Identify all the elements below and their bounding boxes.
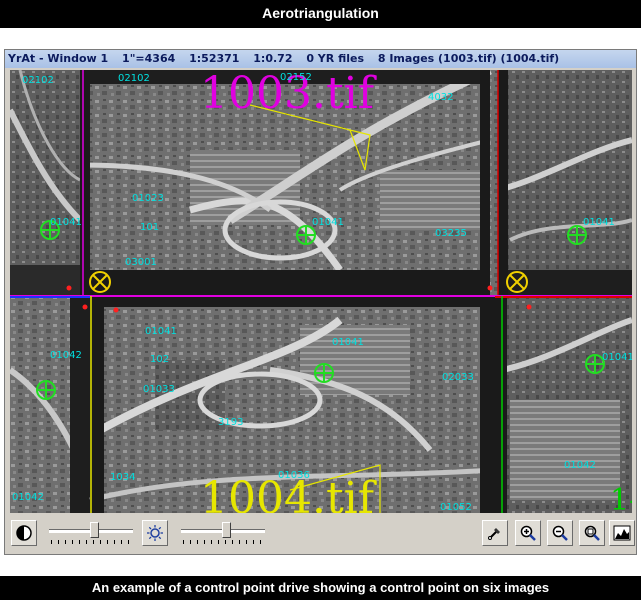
point-label: 01036 — [278, 470, 310, 481]
point-label: 02102 — [118, 73, 150, 84]
point-label: 01033 — [143, 384, 175, 395]
pick-color-icon — [488, 528, 500, 540]
control-point-marker[interactable] — [36, 380, 56, 400]
point-label: 01041 — [312, 217, 344, 228]
point-label: 01042 — [564, 460, 596, 471]
images-readout: 8 Images (1003.tif) (1004.tif) — [377, 52, 560, 65]
point-label: 01052 — [440, 502, 472, 513]
zoom-in-button[interactable] — [515, 520, 541, 546]
pick-color-button[interactable] — [482, 520, 508, 546]
contrast-button[interactable] — [11, 520, 37, 546]
zoom-fit-icon — [584, 525, 600, 541]
app-window: YrAt - Window 1 1"=4364 1:52371 1:0.72 0… — [4, 49, 637, 555]
scale-inch-readout: 1"=4364 — [122, 52, 176, 65]
slider-ticks — [51, 540, 131, 544]
zoom-fit-button[interactable] — [579, 520, 605, 546]
point-label: 101 — [140, 222, 159, 233]
histogram-icon — [613, 525, 631, 541]
slider-ticks — [183, 540, 263, 544]
point-label: 01041 — [332, 337, 364, 348]
photo-top-right — [497, 70, 632, 295]
control-point-marker[interactable] — [296, 225, 316, 245]
contrast-icon — [16, 525, 32, 541]
point-label: 02152 — [280, 72, 312, 83]
tie-point-dot — [113, 307, 119, 313]
point-label: 3193 — [218, 417, 243, 428]
point-label: 01042 — [12, 492, 44, 503]
control-point-marker[interactable] — [567, 225, 587, 245]
tie-point-dot — [82, 304, 88, 310]
point-label: 01041 — [602, 352, 632, 363]
brightness-slider[interactable] — [181, 522, 265, 546]
tie-point-dot — [487, 285, 493, 291]
yr-files-readout: 0 YR files — [306, 52, 365, 65]
point-label: 02033 — [442, 372, 474, 383]
scale-ratio-readout: 1:52371 — [189, 52, 240, 65]
point-label: 01041 — [583, 217, 615, 228]
zoom-in-icon — [520, 525, 536, 541]
histogram-button[interactable] — [609, 520, 635, 546]
slider-thumb[interactable] — [222, 522, 231, 538]
point-label: 01042 — [50, 350, 82, 361]
point-label: 02102 — [22, 75, 54, 86]
photo-bottom-right — [495, 295, 632, 513]
toolbar — [5, 516, 636, 554]
point-label: 03235 — [435, 228, 467, 239]
photo-top-left — [10, 70, 83, 295]
contrast-slider[interactable] — [49, 522, 133, 546]
photo-bottom-left — [10, 295, 93, 513]
zoom-readout: 1:0.72 — [253, 52, 293, 65]
zoom-out-button[interactable] — [547, 520, 573, 546]
title-bar[interactable]: YrAt - Window 1 1"=4364 1:52371 1:0.72 0… — [5, 50, 636, 68]
slider-thumb[interactable] — [90, 522, 99, 538]
point-label: 03001 — [125, 257, 157, 268]
point-label: 1034 — [110, 472, 135, 483]
image-viewport[interactable]: 1003.tif 1004.tif 1-2 — [10, 70, 632, 513]
tie-point-dot — [526, 304, 532, 310]
window-title: YrAt - Window 1 — [8, 52, 109, 65]
aerial-mosaic[interactable]: 1003.tif 1004.tif 1-2 — [10, 70, 632, 513]
point-label: 01023 — [132, 193, 164, 204]
point-label: 01041 — [50, 217, 82, 228]
control-point-marker[interactable] — [314, 363, 334, 383]
bottom-banner: An example of a control point drive show… — [0, 576, 641, 600]
point-label: 4032 — [428, 92, 453, 103]
zoom-out-icon — [552, 525, 568, 541]
tie-point-dot — [66, 285, 72, 291]
brightness-button[interactable] — [142, 520, 168, 546]
side-label: 1-2 — [610, 483, 632, 513]
brightness-icon — [147, 525, 163, 541]
point-label: 01041 — [145, 326, 177, 337]
top-banner: Aerotriangulation — [0, 0, 641, 28]
point-label: 102 — [150, 354, 169, 365]
